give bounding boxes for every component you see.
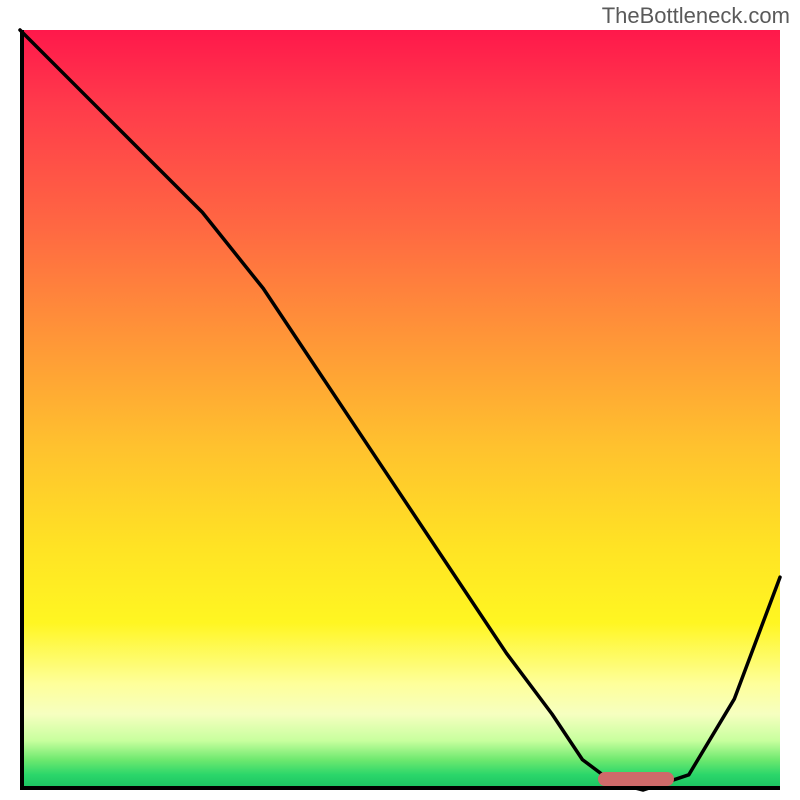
y-axis [20, 30, 24, 790]
watermark-text: TheBottleneck.com [602, 3, 790, 29]
chart-area [20, 30, 780, 790]
x-axis [20, 786, 780, 790]
optimal-marker [598, 772, 674, 786]
bottleneck-curve [20, 30, 780, 790]
curve-layer [20, 30, 780, 790]
